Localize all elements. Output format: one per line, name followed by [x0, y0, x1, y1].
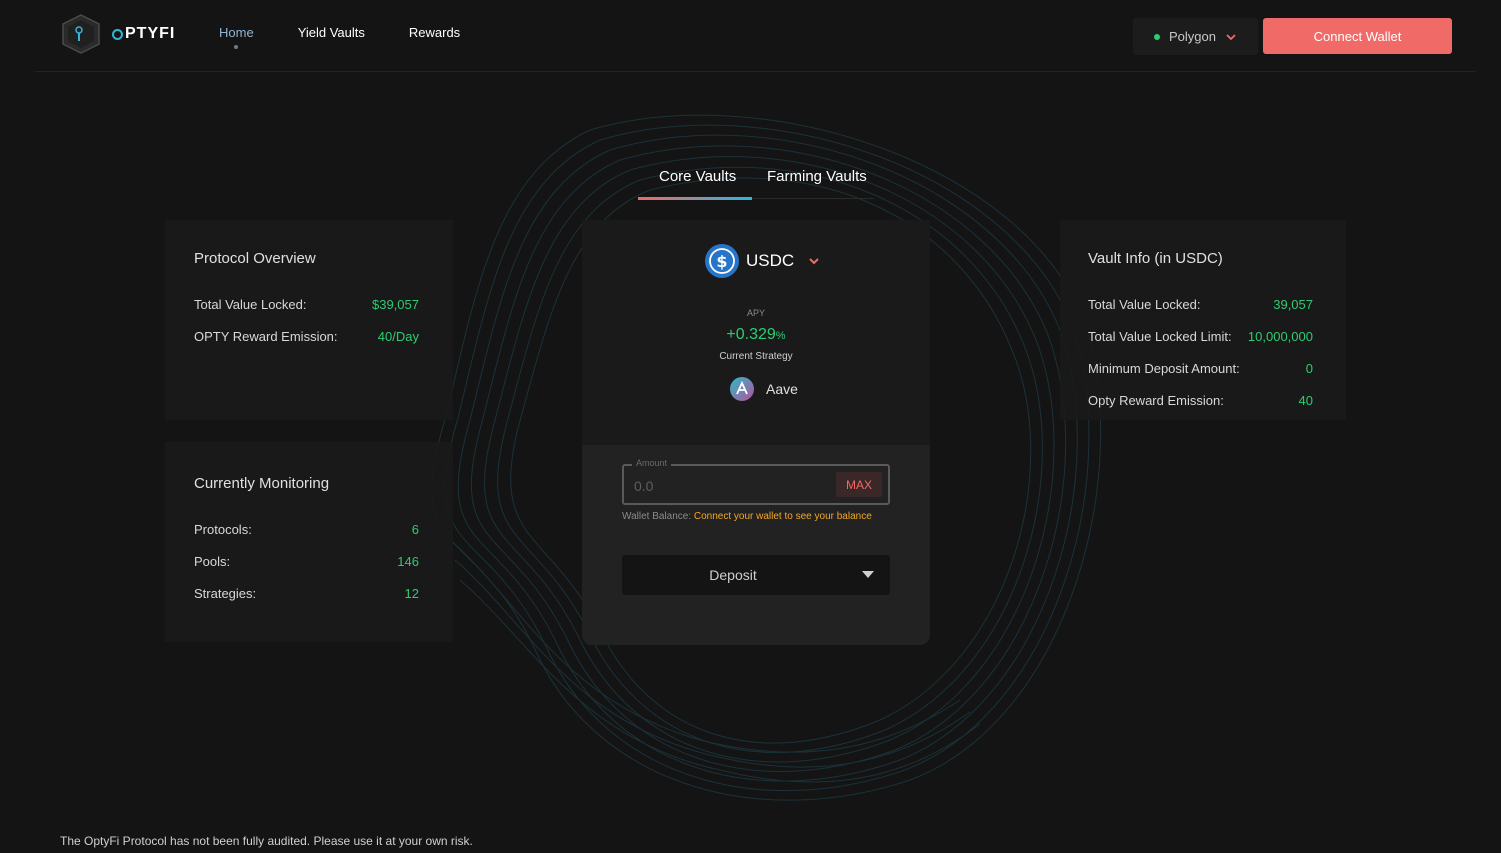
nav-rewards-label: Rewards	[408, 25, 461, 40]
current-strategy: Aave	[730, 377, 798, 401]
vault-tvl-limit-value: 10,000,000	[1247, 329, 1313, 344]
strategies-label: Strategies:	[194, 586, 257, 601]
protocols-value: 6	[411, 522, 419, 537]
tvl-label: Total Value Locked:	[194, 297, 307, 312]
caret-down-icon	[862, 571, 874, 578]
tab-core-vaults[interactable]: Core Vaults	[659, 168, 736, 185]
network-status-dot	[1154, 33, 1160, 40]
vault-tabs: Core Vaults Farming Vaults	[638, 166, 874, 200]
audit-disclaimer: The OptyFi Protocol has not been fully a…	[60, 834, 473, 848]
wallet-balance-label: Wallet Balance:	[622, 511, 692, 522]
protocol-overview-title: Protocol Overview	[194, 250, 316, 267]
logo-wordmark: PTYFI	[112, 25, 175, 43]
amount-legend: Amount	[632, 458, 672, 468]
nav-rewards[interactable]: Rewards	[409, 25, 460, 40]
tab-farming-vaults[interactable]: Farming Vaults	[767, 168, 867, 185]
active-indicator-dot	[234, 45, 238, 49]
apy-label: APY	[746, 308, 765, 318]
strategies-value: 12	[404, 586, 419, 601]
connect-wallet-label: Connect Wallet	[1313, 28, 1402, 44]
network-label: Polygon	[1169, 29, 1216, 44]
header-divider	[35, 71, 1476, 72]
apy-unit: %	[775, 330, 786, 342]
pools-label: Pools:	[194, 554, 231, 569]
svg-text:$: $	[716, 252, 727, 271]
apy-number: +0.329	[726, 326, 776, 343]
vault-tvl-limit-label: Total Value Locked Limit:	[1088, 329, 1232, 344]
vault-tvl-label: Total Value Locked:	[1088, 297, 1201, 312]
nav-home-label: Home	[219, 25, 254, 40]
max-button[interactable]: MAX	[836, 472, 882, 497]
nav-home[interactable]: Home	[219, 25, 254, 49]
currently-monitoring-title: Currently Monitoring	[194, 475, 330, 492]
aave-icon	[730, 377, 754, 401]
vault-tvl-value: 39,057	[1273, 297, 1313, 312]
connect-wallet-link[interactable]: Connect your wallet to see your balance	[694, 511, 872, 522]
token-name: USDC	[746, 251, 795, 270]
keyhole-hexagon-icon	[62, 14, 100, 54]
nav-yield-vaults-label: Yield Vaults	[297, 25, 365, 40]
wallet-balance: Wallet Balance: Connect your wallet to s…	[622, 511, 872, 522]
reward-emission-value: 40/Day	[377, 329, 419, 344]
chevron-down-icon	[809, 258, 819, 265]
min-deposit-value: 0	[1305, 361, 1313, 376]
logo-text: PTYFI	[125, 25, 176, 42]
amount-input[interactable]	[634, 478, 824, 494]
usdc-icon: $	[705, 244, 739, 278]
top-header: PTYFI Home Yield Vaults Rewards Polygon …	[0, 0, 1501, 72]
active-tab-underline	[638, 197, 752, 200]
tvl-value: $39,057	[372, 297, 419, 312]
vault-deposit-card: $ USDC APY +0.329% Current Strategy Aave…	[582, 220, 930, 645]
chevron-down-icon	[1226, 33, 1236, 40]
amount-field: Amount MAX	[622, 458, 890, 505]
main-nav: Home Yield Vaults Rewards	[219, 25, 504, 49]
optyfi-logo[interactable]: PTYFI	[60, 14, 175, 54]
currently-monitoring-card: Currently Monitoring Protocols: 6 Pools:…	[165, 442, 453, 642]
action-select-label: Deposit	[709, 567, 757, 583]
connect-wallet-button[interactable]: Connect Wallet	[1263, 18, 1452, 54]
protocol-overview-card: Protocol Overview Total Value Locked: $3…	[165, 220, 453, 420]
vault-info-title: Vault Info (in USDC)	[1088, 250, 1223, 267]
pools-value: 146	[397, 554, 419, 569]
reward-emission-label: OPTY Reward Emission:	[194, 329, 338, 344]
apy-value: +0.329%	[582, 326, 930, 344]
protocols-label: Protocols:	[194, 522, 252, 537]
nav-yield-vaults[interactable]: Yield Vaults	[298, 25, 365, 40]
logo-o-icon	[112, 28, 123, 40]
network-selector[interactable]: Polygon	[1133, 18, 1258, 55]
action-select[interactable]: Deposit	[622, 555, 890, 595]
token-selector[interactable]: $ USDC	[704, 243, 820, 279]
vault-info-card: Vault Info (in USDC) Total Value Locked:…	[1060, 220, 1346, 420]
strategy-name: Aave	[766, 381, 798, 397]
opty-reward-value: 40	[1298, 393, 1313, 408]
opty-reward-label: Opty Reward Emission:	[1088, 393, 1224, 408]
current-strategy-label: Current Strategy	[719, 351, 793, 362]
